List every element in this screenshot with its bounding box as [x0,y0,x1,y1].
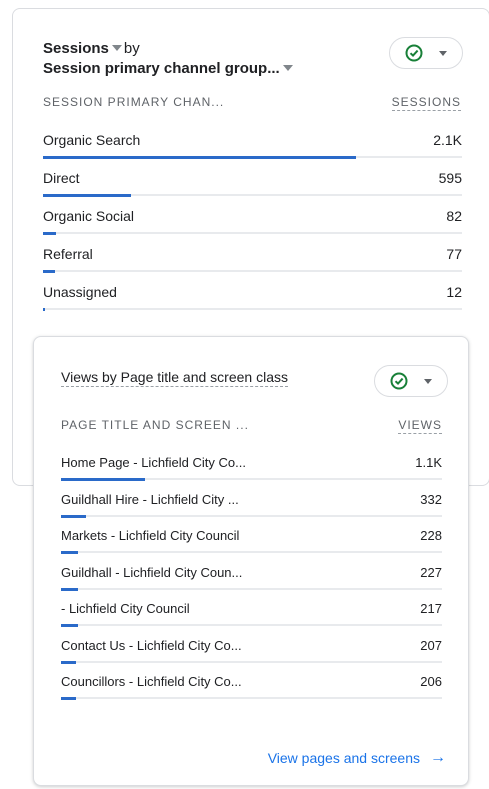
card-options-button[interactable] [374,365,448,397]
row-share-bar [43,194,131,197]
table-row[interactable]: Organic Search 2.1K [13,122,489,160]
column-header-dimension: SESSION PRIMARY CHAN... [43,95,225,109]
row-share-bar [61,697,77,700]
row-divider [43,156,462,159]
dimension-selector[interactable]: Session primary channel group... [43,60,295,77]
card-title[interactable]: Views by Page title and screen class [61,369,288,387]
table-row[interactable]: Direct 595 [13,160,489,198]
row-share-bar [43,270,55,273]
row-share-bar [43,308,45,311]
row-label: Direct [43,170,80,186]
column-header-views[interactable]: VIEWS [398,418,442,434]
row-label: Unassigned [43,284,117,300]
table-row[interactable]: Markets - Lichfield City Council 228 [34,518,468,555]
row-label: Markets - Lichfield City Council [61,528,240,543]
table-row[interactable]: Unassigned 12 [13,274,489,312]
row-value: 332 [420,491,442,507]
table-row[interactable]: Guildhall - Lichfield City Coun... 227 [34,555,468,592]
row-divider [61,478,442,481]
row-value: 12 [446,284,462,300]
row-value: 207 [420,637,442,653]
row-share-bar [43,156,356,159]
row-label: Guildhall - Lichfield City Coun... [61,564,243,580]
row-label: - Lichfield City Council [61,601,190,616]
row-value: 82 [446,208,462,224]
card-title: Sessions by Session primary channel group… [43,39,295,79]
row-label: Guildhall Hire - Lichfield City ... [61,491,239,507]
card-options-button[interactable] [389,37,463,69]
check-circle-icon [390,372,408,390]
row-value: 227 [420,564,442,580]
chevron-down-icon [282,65,293,72]
check-circle-icon [405,44,423,62]
row-value: 2.1K [433,132,462,148]
row-label: Organic Search [43,132,141,148]
metric-selector[interactable]: Sessions [43,40,124,57]
row-value: 595 [438,170,462,186]
table-row[interactable]: Referral 77 [13,236,489,274]
row-value: 77 [446,246,462,262]
row-divider [61,551,442,554]
row-divider [61,514,442,518]
table-row[interactable]: Councillors - Lichfield City Co... 206 [34,664,468,701]
row-divider [61,587,442,591]
row-divider [61,697,442,700]
row-divider [43,308,462,311]
table-row[interactable]: Guildhall Hire - Lichfield City ... 332 [34,482,468,519]
table-row[interactable]: - Lichfield City Council 217 [34,591,468,628]
column-header-sessions[interactable]: SESSIONS [391,95,461,111]
row-label: Organic Social [43,208,135,224]
row-divider [43,232,462,235]
row-share-bar [43,232,56,235]
row-value: 206 [420,674,442,689]
column-header-dimension: PAGE TITLE AND SCREEN ... [61,418,249,432]
row-label: Home Page - Lichfield City Co... [61,455,246,470]
row-value: 228 [420,528,442,543]
chevron-down-icon [424,378,432,384]
chevron-down-icon [439,50,447,56]
row-divider [43,270,462,273]
table-row[interactable]: Contact Us - Lichfield City Co... 207 [34,628,468,665]
chevron-down-icon [111,45,122,52]
row-value: 217 [420,601,442,616]
row-divider [61,624,442,627]
row-label: Councillors - Lichfield City Co... [61,674,242,689]
row-label: Contact Us - Lichfield City Co... [61,637,242,653]
arrow-right-icon: → [430,749,446,766]
table-row[interactable]: Organic Social 82 [13,198,489,236]
row-divider [61,660,442,664]
views-card: Views by Page title and screen class PAG… [33,336,469,786]
table-row[interactable]: Home Page - Lichfield City Co... 1.1K [34,445,468,482]
view-pages-link[interactable]: View pages and screens → [268,749,446,767]
row-label: Referral [43,246,93,262]
row-divider [43,194,462,197]
row-value: 1.1K [415,455,442,470]
